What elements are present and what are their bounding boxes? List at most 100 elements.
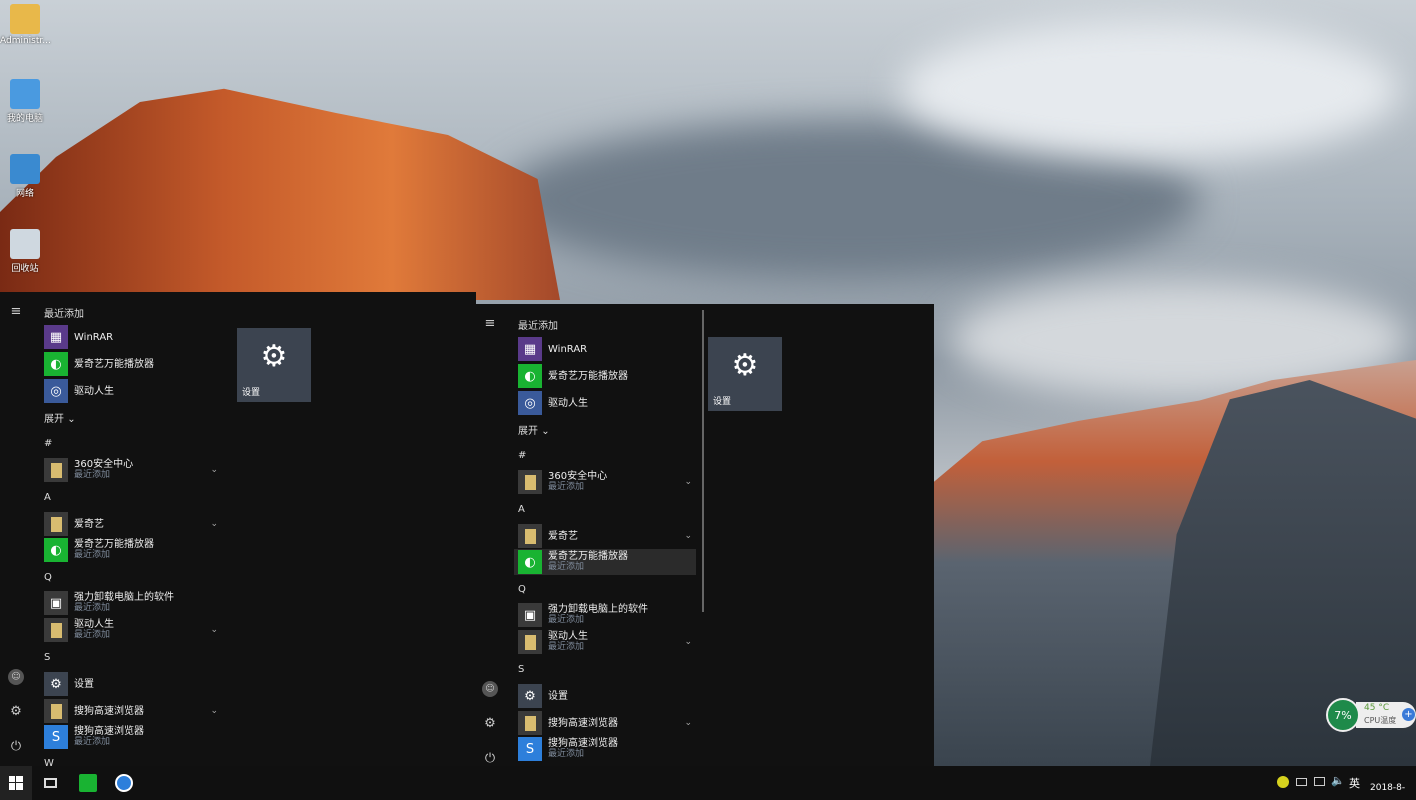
scrollbar[interactable] (702, 310, 704, 612)
label: # (44, 438, 53, 449)
app-name: 驱动人生 (74, 385, 114, 397)
power-icon[interactable]: ⏻ (482, 751, 498, 767)
chevron-down-icon[interactable]: ⌄ (684, 637, 692, 647)
chevron-down-icon[interactable]: ⌄ (210, 625, 218, 635)
chevron-down-icon[interactable]: ⌄ (210, 519, 218, 529)
letter-header[interactable]: A (518, 504, 525, 515)
folder-icon (518, 711, 542, 735)
sogou-icon (115, 774, 133, 792)
tray-360-icon[interactable] (1277, 776, 1289, 788)
ime-indicator[interactable]: 英 (1349, 775, 1360, 791)
app-name: 设置 (548, 690, 568, 702)
app-list-item[interactable]: 360安全中心 最近添加 ⌄ (518, 469, 698, 495)
app-list-item[interactable]: 搜狗高速浏览器 ⌄ (44, 698, 224, 724)
winrar-icon: ▦ (518, 337, 542, 361)
app-list-item[interactable]: 驱动人生 最近添加 ⌄ (44, 617, 224, 643)
desktop-icon-label: 回收站 (11, 264, 39, 274)
app-name: 驱动人生 (74, 619, 114, 630)
app-subtitle: 最近添加 (548, 562, 585, 572)
letter-header[interactable]: # (44, 438, 52, 449)
expand-button[interactable]: 展开 ⌄ (518, 422, 550, 437)
app-list-item[interactable]: ◎ 驱动人生 (518, 390, 698, 416)
settings-tile[interactable]: ⚙ 设置 (708, 337, 782, 411)
app-list-item[interactable]: 爱奇艺 ⌄ (518, 523, 698, 549)
add-icon[interactable]: + (1402, 708, 1415, 721)
app-list-item[interactable]: ◐ 爱奇艺万能播放器 (518, 363, 698, 389)
chevron-down-icon[interactable]: ⌄ (684, 718, 692, 728)
clock[interactable]: 2018-8- (1370, 783, 1405, 793)
start-button[interactable] (0, 766, 32, 800)
chevron-down-icon[interactable]: ⌄ (684, 477, 692, 487)
app-list-item[interactable]: S 搜狗高速浏览器 最近添加 (518, 736, 698, 762)
folder-icon (44, 512, 68, 536)
desktop-icon[interactable]: 回收站 (0, 229, 50, 274)
settings-tile[interactable]: ⚙ 设置 (237, 328, 311, 402)
settings-gear-icon[interactable]: ⚙ (8, 704, 24, 720)
settings-gear-icon[interactable]: ⚙ (482, 716, 498, 732)
letter-header[interactable]: S (44, 652, 50, 663)
letter-header[interactable]: S (518, 664, 524, 675)
iqiyi-icon: ◐ (518, 550, 542, 574)
cpu-widget[interactable]: 7% 45 °C CPU温度 + (1326, 698, 1416, 732)
app-list-item[interactable]: 360安全中心 最近添加 ⌄ (44, 457, 224, 483)
letter-header[interactable]: A (44, 492, 51, 503)
hamburger-icon[interactable]: ≡ (482, 316, 498, 332)
chevron-down-icon[interactable]: ⌄ (210, 706, 218, 716)
desktop-icon[interactable]: 网络 (0, 154, 50, 199)
app-name: 搜狗高速浏览器 (74, 705, 144, 717)
battery-icon[interactable] (1296, 778, 1307, 786)
label: 最近添加 (518, 321, 558, 332)
windows-icon (9, 776, 23, 790)
app-list-item[interactable]: ▦ WinRAR (44, 324, 224, 350)
folder-icon (44, 458, 68, 482)
driver-icon: ◎ (44, 379, 68, 403)
user-avatar-icon[interactable]: ☺ (8, 669, 24, 685)
letter-header[interactable]: # (518, 450, 526, 461)
app-name: 爱奇艺万能播放器 (74, 539, 154, 550)
app-list-item[interactable]: 驱动人生 最近添加 ⌄ (518, 629, 698, 655)
app-list-item[interactable]: ◐ 爱奇艺万能播放器 (44, 351, 224, 377)
chevron-down-icon[interactable]: ⌄ (210, 465, 218, 475)
settings-icon: ⚙ (260, 339, 288, 374)
letter-header[interactable]: Q (44, 572, 52, 583)
app-name: 搜狗高速浏览器 (548, 717, 618, 729)
expand-button[interactable]: 展开 ⌄ (44, 410, 76, 425)
taskbar-iqiyi[interactable] (72, 766, 104, 800)
settings-icon: ⚙ (731, 348, 759, 383)
task-view-button[interactable] (34, 766, 66, 800)
section-header: 最近添加 (518, 317, 558, 332)
hamburger-icon[interactable]: ≡ (8, 304, 24, 320)
tile-label: 设置 (242, 388, 261, 398)
app-list-item[interactable]: ▦ WinRAR (518, 336, 698, 362)
app-list-item[interactable]: 搜狗高速浏览器 ⌄ (518, 710, 698, 736)
chevron-down-icon[interactable]: ⌄ (684, 531, 692, 541)
taskbar-sogou[interactable] (108, 766, 140, 800)
app-list-item[interactable]: ◐ 爱奇艺万能播放器 最近添加 (514, 549, 696, 575)
app-subtitle: 最近添加 (548, 749, 585, 759)
letter-header[interactable]: Q (518, 584, 526, 595)
app-list-item[interactable]: ⚙ 设置 (44, 671, 224, 697)
app-subtitle: 最近添加 (74, 737, 111, 747)
app-list-item[interactable]: ⚙ 设置 (518, 683, 698, 709)
network-icon[interactable] (1314, 777, 1325, 786)
app-list-item[interactable]: ▣ 强力卸载电脑上的软件 最近添加 (44, 590, 224, 616)
app-subtitle: 最近添加 (548, 615, 585, 625)
power-icon[interactable]: ⏻ (8, 739, 24, 755)
app-name: 爱奇艺 (548, 530, 578, 542)
desktop-icon[interactable]: Administr... (0, 4, 51, 46)
tile-label: 设置 (713, 397, 732, 407)
app-list-item[interactable]: 爱奇艺 ⌄ (44, 511, 224, 537)
app-name: 强力卸载电脑上的软件 (74, 592, 174, 603)
app-name: WinRAR (74, 331, 114, 343)
user-avatar-icon[interactable]: ☺ (482, 681, 498, 697)
desktop-icon-label: 网络 (15, 189, 34, 199)
volume-icon[interactable]: 🔈 (1331, 774, 1345, 787)
app-list-item[interactable]: ◎ 驱动人生 (44, 378, 224, 404)
app-list-item[interactable]: ◐ 爱奇艺万能播放器 最近添加 (44, 537, 224, 563)
desktop-icon[interactable]: 我的电脑 (0, 79, 50, 124)
cpu-usage: 7% (1326, 698, 1360, 732)
label: 最近添加 (44, 309, 84, 320)
app-list-item[interactable]: S 搜狗高速浏览器 最近添加 (44, 724, 224, 750)
desktop-icon-image (10, 229, 40, 259)
app-list-item[interactable]: ▣ 强力卸载电脑上的软件 最近添加 (518, 602, 698, 628)
